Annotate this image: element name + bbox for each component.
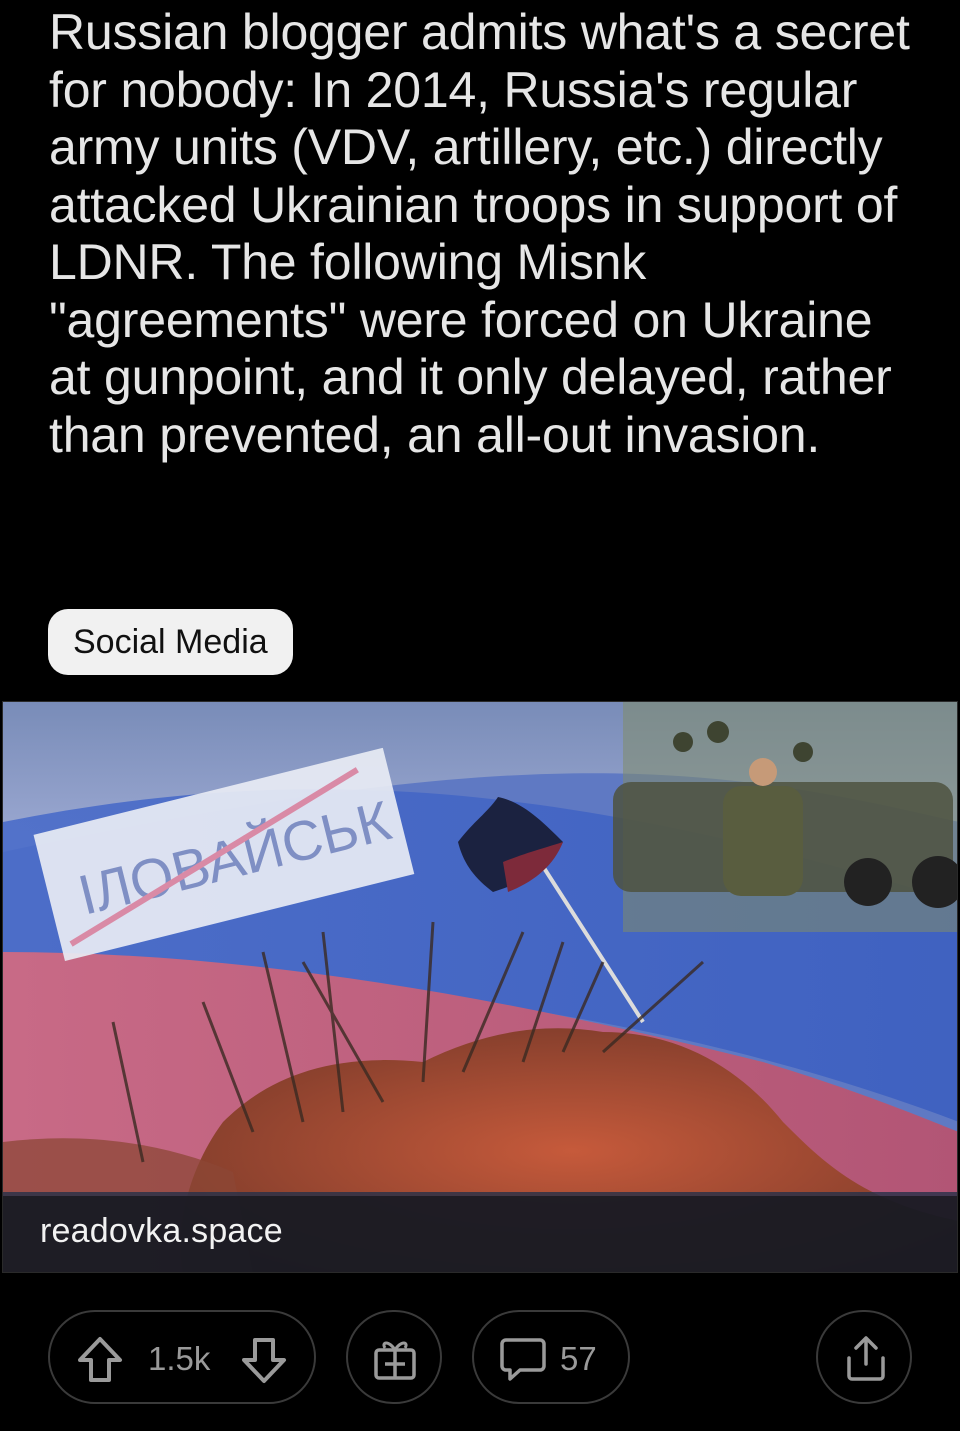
arrow-up-icon[interactable] [75, 1335, 125, 1385]
link-domain[interactable]: readovka.space [40, 1212, 283, 1251]
link-preview-card[interactable]: ІЛОВАЙСЬК readovka.space [2, 701, 958, 1273]
vote-score: 1.5k [148, 1340, 211, 1377]
vote-control: 1.5k [48, 1310, 316, 1404]
speech-bubble-icon [500, 1338, 546, 1381]
post-title[interactable]: Russian blogger admits what's a secret f… [49, 4, 919, 464]
share-button[interactable] [816, 1310, 912, 1404]
post-action-bar: 1.5k 57 [0, 1310, 960, 1408]
comment-count: 57 [560, 1340, 597, 1377]
award-button[interactable] [346, 1310, 442, 1404]
arrow-down-icon[interactable] [239, 1335, 289, 1385]
gift-icon [374, 1341, 416, 1380]
link-domain-bar: readovka.space [3, 1196, 957, 1272]
comments-button[interactable]: 57 [472, 1310, 630, 1404]
share-icon [847, 1336, 885, 1381]
preview-image: ІЛОВАЙСЬК [3, 702, 957, 1272]
flair-social-media[interactable]: Social Media [48, 609, 293, 675]
